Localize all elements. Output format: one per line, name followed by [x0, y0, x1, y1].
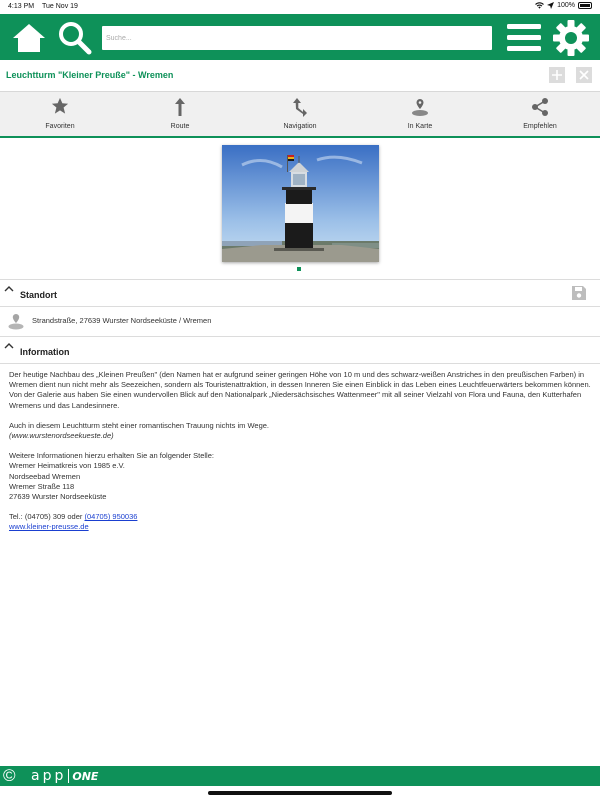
title-row: Leuchtturm "Kleiner Preuße" - Wremen [0, 60, 600, 92]
lighthouse-photo[interactable] [222, 145, 379, 262]
contact-line: Wremer Straße 118 [9, 481, 75, 491]
footer-bar: © app ONE [0, 766, 600, 786]
route-button[interactable]: Route [120, 92, 240, 136]
in-karte-label: In Karte [407, 123, 433, 130]
wifi-icon [535, 2, 544, 9]
copyright-icon[interactable]: © [3, 766, 16, 786]
favorites-label: Favoriten [45, 123, 75, 130]
contact-line: Wremer Heimatkreis von 1985 e.V. [9, 461, 125, 471]
information-body: Der heutige Nachbau des „Kleinen Preußen… [9, 370, 591, 533]
route-arrow-icon [175, 98, 185, 116]
location-arrow-icon [547, 2, 555, 9]
contact-line: 27639 Wurster Nordseeküste [9, 492, 107, 502]
information-title: Information [20, 347, 70, 357]
status-bar: 4:13 PM Tue Nov 19 100% [0, 0, 600, 14]
info-source: (www.wurstenordseekueste.de) [9, 431, 114, 441]
location-pin-icon [8, 314, 24, 330]
appone-logo[interactable]: app ONE [31, 767, 98, 785]
contact-line: Nordseebad Wremen [9, 471, 81, 481]
logo-separator [68, 769, 70, 783]
home-icon[interactable] [12, 23, 46, 53]
lighthouse-illustration [222, 145, 379, 262]
info-paragraph-1: Der heutige Nachbau des „Kleinen Preußen… [9, 370, 591, 410]
telephone-line: Tel.: (04705) 309 oder (04705) 950036 [9, 512, 591, 522]
home-indicator[interactable] [208, 791, 392, 795]
share-icon [532, 98, 548, 116]
navigation-label: Navigation [283, 123, 317, 130]
gear-icon[interactable] [553, 20, 589, 56]
action-toolbar: Favoriten Route Navigation In Karte Empf… [0, 92, 600, 138]
telephone-label: Tel.: (04705) 309 oder [9, 512, 83, 522]
hamburger-menu-icon[interactable] [507, 24, 541, 51]
close-icon [579, 70, 589, 80]
contact-intro: Weitere Informationen hierzu erhalten Si… [9, 451, 214, 461]
route-label: Route [170, 123, 190, 130]
battery-icon [578, 2, 592, 9]
status-right: 100% [535, 2, 592, 9]
information-header[interactable]: Information [0, 336, 600, 364]
page-title: Leuchtturm "Kleiner Preuße" - Wremen [6, 70, 174, 80]
favorites-button[interactable]: Favoriten [0, 92, 120, 136]
share-button[interactable]: Empfehlen [480, 92, 600, 136]
navigation-button[interactable]: Navigation [240, 92, 360, 136]
map-pin-icon [412, 99, 428, 116]
status-date: Tue Nov 19 [42, 3, 78, 10]
star-icon [51, 97, 69, 114]
share-label: Empfehlen [523, 123, 557, 130]
chevron-up-icon [4, 343, 14, 349]
add-button[interactable] [549, 67, 565, 83]
status-time: 4:13 PM [8, 3, 35, 10]
close-button[interactable] [576, 67, 592, 83]
save-icon[interactable] [571, 285, 587, 301]
telephone-link[interactable]: (04705) 950036 [84, 512, 137, 521]
website-link[interactable]: www.kleiner-preusse.de [9, 522, 89, 531]
search-icon[interactable] [58, 21, 92, 55]
gallery-page-indicator[interactable] [297, 267, 301, 271]
search-input[interactable] [102, 26, 492, 50]
standort-title: Standort [20, 290, 57, 300]
in-karte-button[interactable]: In Karte [360, 92, 480, 136]
address-text: Strandstraße, 27639 Wurster Nordseeküste… [32, 316, 212, 325]
navigation-arrows-icon [293, 98, 307, 117]
plus-icon [552, 70, 562, 80]
standort-header[interactable]: Standort [0, 279, 600, 307]
top-bar [0, 14, 600, 60]
logo-app-text: app [31, 768, 67, 784]
info-paragraph-2: Auch in diesem Leuchtturm steht einer ro… [9, 420, 269, 430]
address-row[interactable]: Strandstraße, 27639 Wurster Nordseeküste… [0, 308, 600, 337]
chevron-up-icon [4, 286, 14, 292]
logo-one-text: ONE [72, 769, 99, 783]
battery-percent: 100% [557, 2, 575, 9]
